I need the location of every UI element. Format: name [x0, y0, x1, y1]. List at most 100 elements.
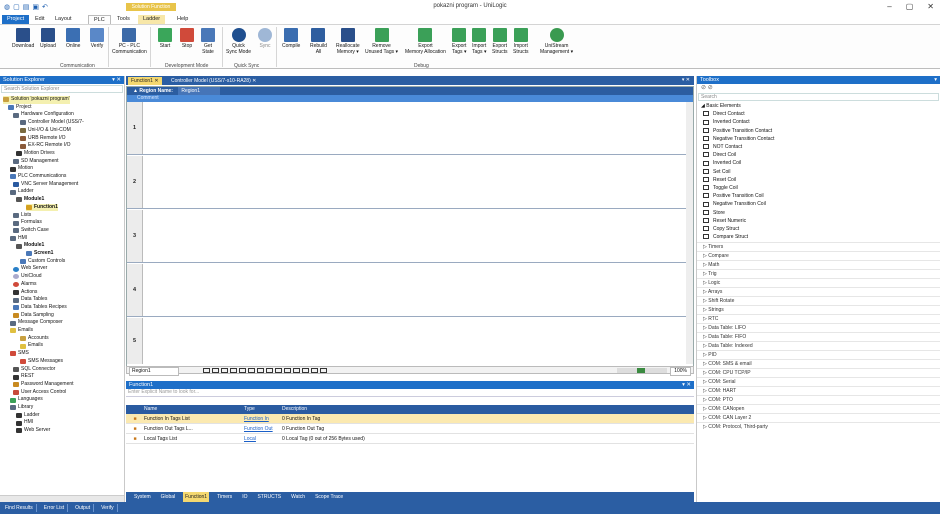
tab-layout[interactable]: Layout — [50, 15, 77, 24]
zoom-thumb[interactable] — [637, 368, 645, 373]
online-button[interactable]: Online — [66, 28, 80, 50]
tab-error-list[interactable]: Error List — [41, 504, 69, 512]
export-tags-button[interactable]: Export Tags ▾ — [452, 28, 466, 55]
tree-item[interactable]: Project — [8, 104, 32, 112]
ladder-element-icon[interactable] — [257, 368, 264, 373]
tree-item[interactable]: Data Sampling — [13, 312, 54, 320]
tree-item[interactable]: URB Remote I/O — [20, 135, 66, 143]
minimize-button[interactable]: – — [887, 2, 891, 11]
tree-item[interactable]: Solution 'pokazni program' — [3, 96, 70, 104]
column-type[interactable]: Type — [244, 405, 282, 414]
column-description[interactable]: Description — [282, 405, 694, 414]
tree-item[interactable]: HMI — [10, 235, 27, 243]
toolbox-category[interactable]: ▷ COM: SMS & email — [697, 359, 940, 367]
ladder-element-icon[interactable] — [230, 368, 237, 373]
tree-item[interactable]: Languages — [10, 396, 43, 404]
toolbox-category[interactable]: ▷ Data Table: Indexed — [697, 341, 940, 349]
toolbox-category[interactable]: ▷ Data Table: LIFO — [697, 323, 940, 331]
toolbox-category[interactable]: ▷ Strings — [697, 305, 940, 313]
ladder-element-icon[interactable] — [203, 368, 210, 373]
tree-item[interactable]: Module1 — [16, 242, 44, 250]
tab-structs[interactable]: STRUCTS — [255, 492, 283, 502]
zoom-value[interactable]: 100% — [670, 367, 691, 376]
tree-item[interactable]: Message Composer — [10, 319, 63, 327]
toolbox-category[interactable]: ▷ Math — [697, 260, 940, 268]
tree-item[interactable]: Function1 — [26, 203, 58, 212]
comment-bar[interactable]: Comment — [127, 95, 693, 102]
region-select[interactable]: Region1 — [129, 367, 179, 376]
tree-item[interactable]: Ladder — [16, 412, 40, 420]
toolbox-category[interactable]: ▷ COM: CAN Layer 2 — [697, 413, 940, 421]
tree-item[interactable]: Emails — [20, 342, 43, 350]
toolbox-item[interactable]: Negative Transition Contact — [697, 135, 940, 143]
table-row[interactable]: ■ Function In Tags List Function In 0 Fu… — [126, 414, 694, 424]
toolbox-category[interactable]: ▷ RTC — [697, 314, 940, 322]
ladder-element-icon[interactable] — [293, 368, 300, 373]
tab-system[interactable]: System — [132, 492, 153, 502]
tab-find-results[interactable]: Find Results — [2, 504, 37, 512]
tab-function1[interactable]: Function1 ✕ — [128, 77, 162, 85]
tree-item[interactable]: Data Tables — [13, 296, 47, 304]
tab-ladder[interactable]: Ladder — [138, 15, 166, 24]
quick-sync-mode-button[interactable]: Quick Sync Mode — [226, 28, 251, 55]
type-link[interactable]: Function In — [244, 414, 282, 423]
compile-button[interactable]: Compile — [282, 28, 300, 50]
get-state-button[interactable]: Get State — [201, 28, 215, 55]
tree-item[interactable]: VNC Server Management — [13, 181, 78, 189]
close-button[interactable]: ✕ — [927, 2, 934, 11]
tag-search-input[interactable]: Enter Explicit Name to look for... — [126, 389, 694, 397]
toolbox-category[interactable]: ▷ COM: CPU TCP/IP — [697, 368, 940, 376]
download-button[interactable]: Download — [12, 28, 34, 50]
toolbox-item[interactable]: Negative Transition Coil — [697, 200, 940, 208]
import-tags-button[interactable]: Import Tags ▾ — [472, 28, 486, 55]
tree-item[interactable]: PLC Communications — [10, 173, 66, 181]
toolbox-category[interactable]: ▷ PID — [697, 350, 940, 358]
tree-item[interactable]: Data Tables Recipes — [13, 304, 67, 312]
tree-item[interactable]: EX-RC Remote I/O — [20, 142, 71, 150]
tree-item[interactable]: Controller Model (USS/7- — [20, 119, 84, 127]
tree-item[interactable]: Motion — [10, 165, 33, 173]
toolbox-item[interactable]: Copy Struct — [697, 225, 940, 233]
tab-edit[interactable]: Edit — [30, 15, 49, 24]
reallocate-memory-button[interactable]: Reallocate Memory ▾ — [336, 28, 360, 55]
export-structs-button[interactable]: Export Structs — [492, 28, 508, 55]
tree-item[interactable]: SMS Messages — [20, 358, 63, 366]
tree-item[interactable]: Lists — [13, 212, 31, 220]
tab-menu-icon[interactable]: ▾ ✕ — [682, 76, 690, 85]
toolbox-item[interactable]: Positive Transition Contact — [697, 127, 940, 135]
maximize-button[interactable]: ▢ — [906, 2, 914, 11]
tree-item[interactable]: Alarms — [13, 281, 37, 289]
toolbox-item[interactable]: Direct Contact — [697, 110, 940, 118]
tab-watch[interactable]: Watch — [289, 492, 307, 502]
type-link[interactable]: Function Out — [244, 424, 282, 433]
ladder-element-icon[interactable] — [284, 368, 291, 373]
table-row[interactable]: ■ Local Tags List Local 0 Local Tag (0 o… — [126, 434, 694, 444]
solution-search-input[interactable]: Search Solution Explorer — [1, 85, 123, 93]
table-row[interactable]: ■ Function Out Tags L... Function Out 0 … — [126, 424, 694, 434]
tree-item[interactable]: Screen1 — [26, 250, 53, 258]
toolbox-item[interactable]: Inverted Contact — [697, 118, 940, 126]
tree-item[interactable]: Library — [10, 404, 33, 412]
tab-scope-trace[interactable]: Scope Trace — [313, 492, 345, 502]
tree-item[interactable]: Ladder — [10, 188, 34, 196]
tree-item[interactable]: Actions — [13, 289, 37, 297]
rung[interactable]: 1 — [127, 102, 687, 155]
tree-item[interactable]: Formulas — [13, 219, 42, 227]
tab-output[interactable]: Output — [72, 504, 95, 512]
toolbox-item[interactable]: Toggle Coil — [697, 184, 940, 192]
panel-menu-icon[interactable]: ▾ — [934, 76, 937, 84]
start-button[interactable]: Start — [158, 28, 172, 50]
toolbox-section-header[interactable]: ◢ Basic Elements — [697, 102, 940, 110]
tree-item[interactable]: Switch Case — [13, 227, 49, 235]
tab-tools[interactable]: Tools — [112, 15, 135, 24]
toolbox-category[interactable]: ▷ COM: PTO — [697, 395, 940, 403]
tree-item[interactable]: SMS — [10, 350, 29, 358]
toolbox-category[interactable]: ▷ Compare — [697, 251, 940, 259]
region-name-field[interactable]: Region1 — [178, 87, 220, 95]
tab-function1-tags[interactable]: Function1 — [183, 492, 210, 502]
toolbox-item[interactable]: Positive Transition Coil — [697, 192, 940, 200]
unistream-management-button[interactable]: UniStream Management ▾ — [540, 28, 573, 55]
pin-icon[interactable]: ▾ ✕ — [112, 76, 121, 84]
toolbox-item[interactable]: Reset Coil — [697, 176, 940, 184]
toolbox-item[interactable]: Set Coil — [697, 168, 940, 176]
